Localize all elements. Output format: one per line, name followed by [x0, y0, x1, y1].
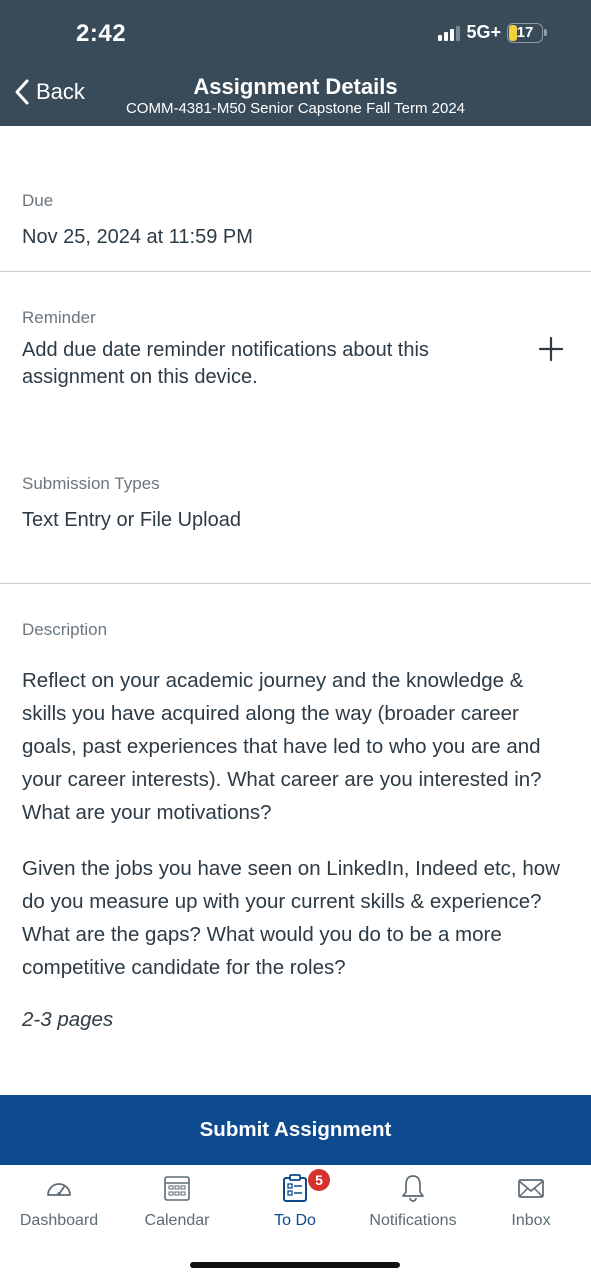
- submit-assignment-button[interactable]: Submit Assignment: [0, 1095, 591, 1165]
- dashboard-icon: [47, 1183, 71, 1196]
- calendar-icon: [164, 1176, 190, 1201]
- course-subtitle: COMM-4381-M50 Senior Capstone Fall Term …: [125, 100, 466, 117]
- description-paragraph: Given the jobs you have seen on LinkedIn…: [22, 857, 560, 979]
- battery-level: 17: [516, 23, 534, 41]
- tab-inbox[interactable]: Inbox: [472, 1165, 590, 1245]
- tab-label: Dashboard: [19, 1212, 99, 1229]
- envelope-icon: [518, 1179, 544, 1198]
- divider: [0, 271, 591, 272]
- tab-calendar[interactable]: Calendar: [118, 1165, 236, 1245]
- nav-bar: Back Assignment Details COMM-4381-M50 Se…: [0, 70, 591, 126]
- tab-dashboard[interactable]: Dashboard: [0, 1165, 118, 1245]
- description-paragraph: Reflect on your academic journey and the…: [22, 669, 542, 824]
- home-indicator: [190, 1262, 400, 1268]
- reminder-text: Add due date reminder notifications abou…: [22, 339, 429, 388]
- page-title: Assignment Details: [193, 74, 398, 99]
- submission-types-label: Submission Types: [22, 474, 160, 493]
- tab-todo[interactable]: 5 To Do: [236, 1165, 354, 1245]
- todo-count-badge: 5: [308, 1169, 330, 1191]
- add-reminder-button[interactable]: [536, 334, 566, 364]
- length-note: 2-3 pages: [22, 1008, 114, 1031]
- submission-types-value: Text Entry or File Upload: [22, 509, 241, 531]
- due-value: Nov 25, 2024 at 11:59 PM: [22, 226, 253, 248]
- tab-label: To Do: [274, 1212, 316, 1229]
- reminder-label: Reminder: [22, 308, 96, 327]
- tab-notifications[interactable]: Notifications: [354, 1165, 472, 1245]
- status-indicators: 5G+ 17: [438, 22, 547, 43]
- battery-icon: 17: [507, 22, 547, 43]
- divider: [0, 583, 591, 584]
- tab-label: Calendar: [144, 1212, 210, 1229]
- tab-label: Notifications: [369, 1212, 457, 1229]
- due-label: Due: [22, 191, 54, 210]
- status-bar: 2:42 5G+ 17: [0, 0, 591, 70]
- signal-icon: [438, 25, 461, 41]
- network-type: 5G+: [466, 22, 501, 42]
- todo-icon: [283, 1174, 307, 1202]
- description-label: Description: [22, 620, 108, 639]
- plus-icon: [538, 336, 564, 362]
- tab-label: Inbox: [511, 1212, 551, 1229]
- bell-icon: [402, 1175, 424, 1202]
- status-time: 2:42: [76, 20, 127, 47]
